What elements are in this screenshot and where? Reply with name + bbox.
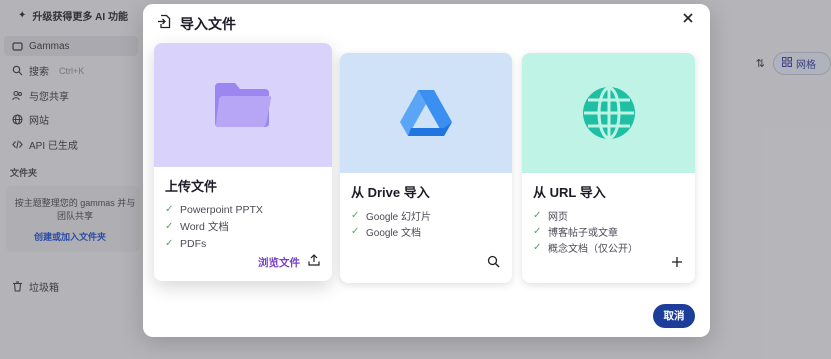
check-icon: ✓ bbox=[165, 204, 174, 215]
dialog-header: 导入文件 bbox=[157, 14, 236, 34]
browse-files-label: 浏览文件 bbox=[258, 256, 300, 269]
dialog-title: 导入文件 bbox=[180, 16, 236, 32]
check-icon: ✓ bbox=[351, 225, 360, 237]
add-url-button[interactable] bbox=[671, 255, 683, 273]
folder-icon bbox=[215, 83, 272, 127]
feature-item: ✓ Powerpoint PPTX bbox=[165, 203, 263, 216]
feature-item: ✓ 概念文档（仅公开） bbox=[533, 241, 638, 255]
cancel-button[interactable]: 取消 bbox=[653, 304, 695, 328]
browse-files-button[interactable]: 浏览文件 bbox=[258, 253, 320, 271]
check-icon: ✓ bbox=[165, 221, 174, 232]
upload-icon bbox=[308, 253, 320, 271]
import-file-icon bbox=[157, 14, 172, 34]
drive-import-card[interactable]: 从 Drive 导入 ✓ Google 幻灯片 ✓ Google 文档 bbox=[340, 53, 512, 283]
plus-icon bbox=[671, 255, 683, 273]
globe-icon bbox=[582, 86, 635, 140]
card-title: 从 URL 导入 bbox=[533, 185, 606, 200]
check-icon: ✓ bbox=[165, 238, 174, 249]
close-button[interactable] bbox=[680, 12, 696, 28]
feature-item: ✓ Google 幻灯片 bbox=[351, 209, 432, 223]
google-drive-icon bbox=[400, 90, 452, 136]
feature-item: ✓ Google 文档 bbox=[351, 225, 422, 239]
upload-file-card[interactable]: 上传文件 ✓ Powerpoint PPTX ✓ Word 文档 ✓ PDFs 浏览文… bbox=[154, 43, 332, 281]
check-icon: ✓ bbox=[533, 225, 542, 237]
feature-item: ✓ PDFs bbox=[165, 237, 207, 250]
card-title: 上传文件 bbox=[165, 179, 218, 194]
check-icon: ✓ bbox=[533, 209, 542, 221]
feature-item: ✓ 网页 bbox=[533, 209, 568, 223]
import-dialog: 导入文件 上传文件 ✓ Powerpoint PPTX ✓ Word 文档 ✓ PDF… bbox=[143, 4, 710, 337]
search-drive-button[interactable] bbox=[487, 255, 500, 273]
drive-card-illustration bbox=[340, 53, 512, 173]
card-title: 从 Drive 导入 bbox=[351, 185, 430, 200]
url-import-card[interactable]: 从 URL 导入 ✓ 网页 ✓ 博客帖子或文章 ✓ 概念文档（仅公开） bbox=[522, 53, 695, 283]
check-icon: ✓ bbox=[351, 209, 360, 221]
url-card-illustration bbox=[522, 53, 695, 173]
check-icon: ✓ bbox=[533, 241, 542, 253]
feature-item: ✓ Word 文档 bbox=[165, 221, 229, 233]
feature-item: ✓ 博客帖子或文章 bbox=[533, 225, 618, 239]
search-icon bbox=[487, 255, 500, 273]
close-icon bbox=[683, 13, 693, 23]
upload-card-illustration bbox=[154, 43, 332, 167]
